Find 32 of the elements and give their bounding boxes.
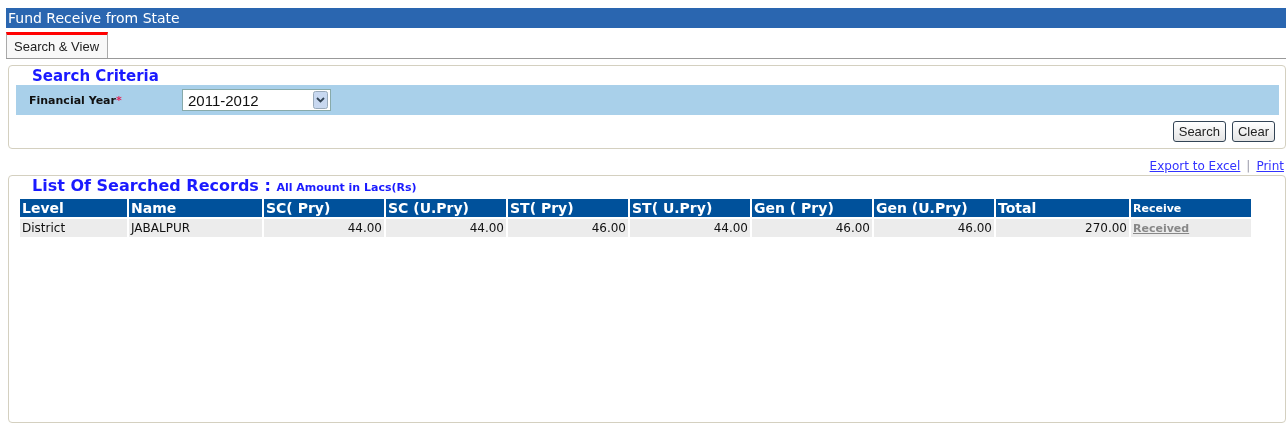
column-header: ST( U.Pry) bbox=[630, 199, 750, 217]
column-header: Gen (U.Pry) bbox=[874, 199, 994, 217]
table-cell: JABALPUR bbox=[129, 219, 262, 237]
tab[interactable]: Search & View bbox=[6, 32, 109, 58]
field-label: Financial Year bbox=[29, 93, 116, 107]
action-button[interactable]: Clear bbox=[1231, 121, 1275, 142]
column-header: SC( Pry) bbox=[264, 199, 384, 217]
table-cell: 44.00 bbox=[386, 219, 506, 237]
section-heading: Search Criteria bbox=[31, 67, 160, 85]
action-button[interactable]: Search bbox=[1172, 121, 1226, 142]
window-title: Fund Receive from State bbox=[6, 8, 1286, 28]
column-header: Name bbox=[129, 199, 262, 217]
column-header: Receive bbox=[1131, 199, 1251, 217]
table-cell: 46.00 bbox=[752, 219, 872, 237]
link-separator: | bbox=[1246, 159, 1251, 173]
table-cell: District bbox=[20, 219, 127, 237]
table-cell: 44.00 bbox=[630, 219, 750, 237]
table-cell: 270.00 bbox=[996, 219, 1129, 237]
link[interactable]: Export to Excel bbox=[1149, 159, 1241, 173]
required-mark: * bbox=[115, 93, 122, 107]
caret-icon[interactable] bbox=[313, 91, 328, 109]
column-header: Level bbox=[20, 199, 127, 217]
column-header: ST( Pry) bbox=[508, 199, 628, 217]
link[interactable]: Print bbox=[1256, 159, 1284, 173]
table-cell: 44.00 bbox=[264, 219, 384, 237]
column-header: Total bbox=[996, 199, 1129, 217]
table-cell: 46.00 bbox=[874, 219, 994, 237]
section-heading: List Of Searched Records : All Amount in Lacs(Rs) bbox=[31, 176, 418, 195]
year-dropdown[interactable]: 2011-2012 bbox=[182, 89, 331, 111]
column-header: SC (U.Pry) bbox=[386, 199, 506, 217]
table-cell: 46.00 bbox=[508, 219, 628, 237]
column-header: Gen ( Pry) bbox=[752, 199, 872, 217]
